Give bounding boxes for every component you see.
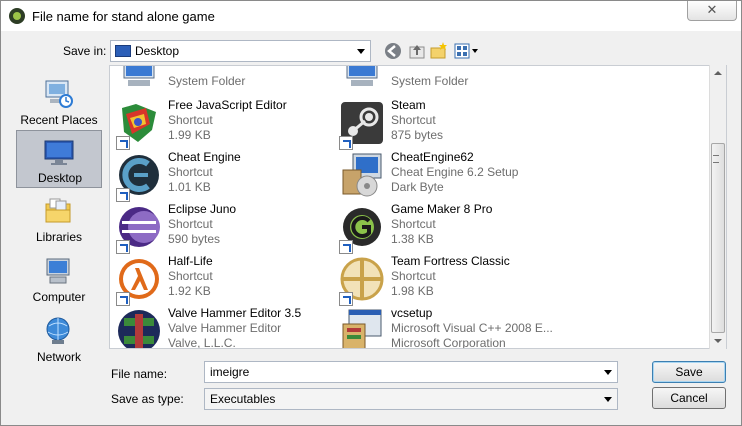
file-type: Shortcut xyxy=(391,113,436,127)
place-desktop[interactable]: Desktop xyxy=(16,130,102,188)
title-bar: File name for stand alone game ✕ xyxy=(1,1,741,31)
chevron-down-icon xyxy=(357,49,365,54)
file-company: Microsoft Corporation xyxy=(391,336,506,349)
installer-icon xyxy=(342,153,382,197)
file-name: Game Maker 8 Pro xyxy=(391,202,493,216)
save-in-value: Desktop xyxy=(135,44,180,58)
scrollbar-thumb[interactable] xyxy=(711,143,725,333)
list-item[interactable]: System Folder xyxy=(333,66,553,98)
list-item[interactable]: CheatEngine62 Cheat Engine 6.2 Setup Dar… xyxy=(333,148,553,200)
list-item[interactable]: Half-Life Shortcut 1.92 KB xyxy=(110,252,330,306)
file-size: 1.38 KB xyxy=(391,232,434,246)
scroll-down-icon[interactable] xyxy=(714,339,722,343)
list-item[interactable]: Cheat Engine Shortcut 1.01 KB xyxy=(110,148,330,202)
file-name: Team Fortress Classic xyxy=(391,254,510,268)
list-item[interactable]: Free JavaScript Editor Shortcut 1.99 KB xyxy=(110,96,330,150)
place-network[interactable]: Network xyxy=(16,310,102,368)
file-size: 1.01 KB xyxy=(168,180,211,194)
file-name-field[interactable]: imeigre xyxy=(204,361,618,383)
places-bar: Recent Places Desktop Libraries Computer… xyxy=(16,65,104,365)
file-company: Valve, L.L.C. xyxy=(168,336,236,349)
file-name: Half-Life xyxy=(168,254,213,268)
file-company: Dark Byte xyxy=(391,180,444,194)
new-folder-icon[interactable] xyxy=(429,41,449,61)
file-list[interactable]: System Folder System Folder Free JavaScr… xyxy=(109,65,727,349)
network-icon xyxy=(46,317,70,344)
file-description: Microsoft Visual C++ 2008 E... xyxy=(391,321,553,335)
save-in-combo[interactable]: Desktop xyxy=(110,40,371,62)
place-label: Computer xyxy=(32,290,86,304)
file-type: System Folder xyxy=(168,74,246,88)
save-as-type-label: Save as type: xyxy=(111,392,184,406)
close-button[interactable]: ✕ xyxy=(687,1,737,21)
file-name: Valve Hammer Editor 3.5 xyxy=(168,306,302,320)
file-name: Free JavaScript Editor xyxy=(168,98,287,112)
file-type: Shortcut xyxy=(168,113,213,127)
chevron-down-icon[interactable] xyxy=(604,397,612,402)
list-item[interactable]: Team Fortress Classic Shortcut 1.98 KB xyxy=(333,252,553,306)
file-name: Cheat Engine xyxy=(168,150,241,164)
list-item[interactable]: System Folder xyxy=(110,66,330,98)
vcsetup-icon xyxy=(342,309,382,348)
list-item[interactable]: vcsetup Microsoft Visual C++ 2008 E... M… xyxy=(333,304,553,349)
save-as-type-select[interactable]: Executables xyxy=(204,388,618,410)
save-as-type-value: Executables xyxy=(210,392,276,406)
place-label: Desktop xyxy=(37,171,83,185)
file-name: CheatEngine62 xyxy=(391,150,474,164)
file-type: Shortcut xyxy=(168,165,213,179)
file-description: Cheat Engine 6.2 Setup xyxy=(391,165,519,179)
file-name-value[interactable]: imeigre xyxy=(210,365,249,379)
file-size: 875 bytes xyxy=(391,128,444,142)
list-item[interactable]: Valve Hammer Editor 3.5 Valve Hammer Edi… xyxy=(110,304,330,349)
scroll-up-icon[interactable] xyxy=(714,71,722,75)
file-type: Shortcut xyxy=(168,217,213,231)
file-name: Eclipse Juno xyxy=(168,202,237,216)
list-item[interactable]: Eclipse Juno Shortcut 590 bytes xyxy=(110,200,330,254)
desktop-icon xyxy=(44,140,74,165)
file-size: 1.92 KB xyxy=(168,284,211,298)
cheat-engine-app-icon xyxy=(9,8,25,24)
back-icon[interactable] xyxy=(383,41,403,61)
system-folder-icon xyxy=(123,66,155,86)
place-label: Network xyxy=(36,350,81,364)
file-size: 590 bytes xyxy=(168,232,221,246)
save-button[interactable]: Save xyxy=(652,361,726,383)
place-recent-places[interactable]: Recent Places xyxy=(16,73,102,131)
file-name-label: File name: xyxy=(111,367,168,381)
place-label: Libraries xyxy=(35,230,83,244)
file-name: vcsetup xyxy=(391,306,433,320)
file-size: 1.98 KB xyxy=(391,284,434,298)
window-title: File name for stand alone game xyxy=(32,9,215,24)
file-name: Steam xyxy=(391,98,426,112)
hammer-editor-icon xyxy=(118,310,160,348)
file-size: 1.99 KB xyxy=(168,128,211,142)
computer-icon xyxy=(46,258,70,284)
list-item[interactable]: Game Maker 8 Pro Shortcut 1.38 KB xyxy=(333,200,553,254)
list-item[interactable]: Steam Shortcut 875 bytes xyxy=(333,96,553,150)
desktop-small-icon xyxy=(115,45,131,57)
recent-places-icon xyxy=(45,80,73,108)
chevron-down-icon[interactable] xyxy=(604,370,612,375)
file-list-scrollbar[interactable] xyxy=(709,65,726,349)
place-computer[interactable]: Computer xyxy=(16,250,102,308)
file-type: Shortcut xyxy=(168,269,213,283)
file-type: Shortcut xyxy=(391,269,436,283)
libraries-icon xyxy=(45,198,71,223)
save-dialog: File name for stand alone game ✕ Save in… xyxy=(0,0,742,426)
scrollbar-grip-icon xyxy=(713,155,719,163)
file-type: System Folder xyxy=(391,74,469,88)
place-label: Recent Places xyxy=(20,113,98,127)
file-description: Valve Hammer Editor xyxy=(168,321,282,335)
view-menu-icon[interactable] xyxy=(453,41,481,61)
up-folder-icon[interactable] xyxy=(407,41,427,61)
place-libraries[interactable]: Libraries xyxy=(16,190,102,248)
file-type: Shortcut xyxy=(391,217,436,231)
save-in-label: Save in: xyxy=(63,44,107,58)
system-folder-icon xyxy=(346,66,378,86)
cancel-button[interactable]: Cancel xyxy=(652,387,726,409)
